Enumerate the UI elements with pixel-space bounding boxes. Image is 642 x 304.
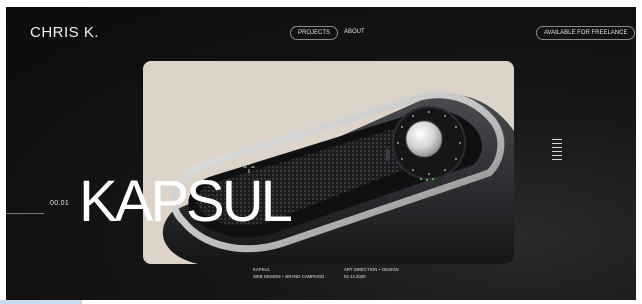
page-frame: CHRIS K. PROJECTS ABOUT AVAILABLE FOR FR…: [6, 7, 636, 300]
top-bar: CHRIS K. PROJECTS ABOUT AVAILABLE FOR FR…: [6, 7, 636, 55]
project-meta-right: ART DIRECTION + DESIGN 04.14.2020: [344, 267, 399, 280]
project-index: 00.01: [50, 200, 70, 207]
project-title[interactable]: KAPSUL: [79, 171, 293, 233]
project-role: ART DIRECTION + DESIGN: [344, 267, 399, 272]
scroll-indicator-icon[interactable]: [552, 139, 562, 165]
project-date: 04.14.2020: [344, 273, 366, 279]
nav-projects-button[interactable]: PROJECTS: [290, 26, 339, 40]
project-category: WEB DESIGN + BRAND CAMPAIGN: [253, 273, 325, 279]
project-meta-left: KAPSUL WEB DESIGN + BRAND CAMPAIGN: [253, 267, 324, 280]
index-divider: [6, 213, 44, 214]
site-logo[interactable]: CHRIS K.: [30, 24, 99, 41]
available-for-freelance-button[interactable]: AVAILABLE FOR FREELANCE: [536, 26, 636, 40]
corner-strip: [0, 300, 82, 304]
nav-about-link[interactable]: ABOUT: [344, 28, 365, 37]
